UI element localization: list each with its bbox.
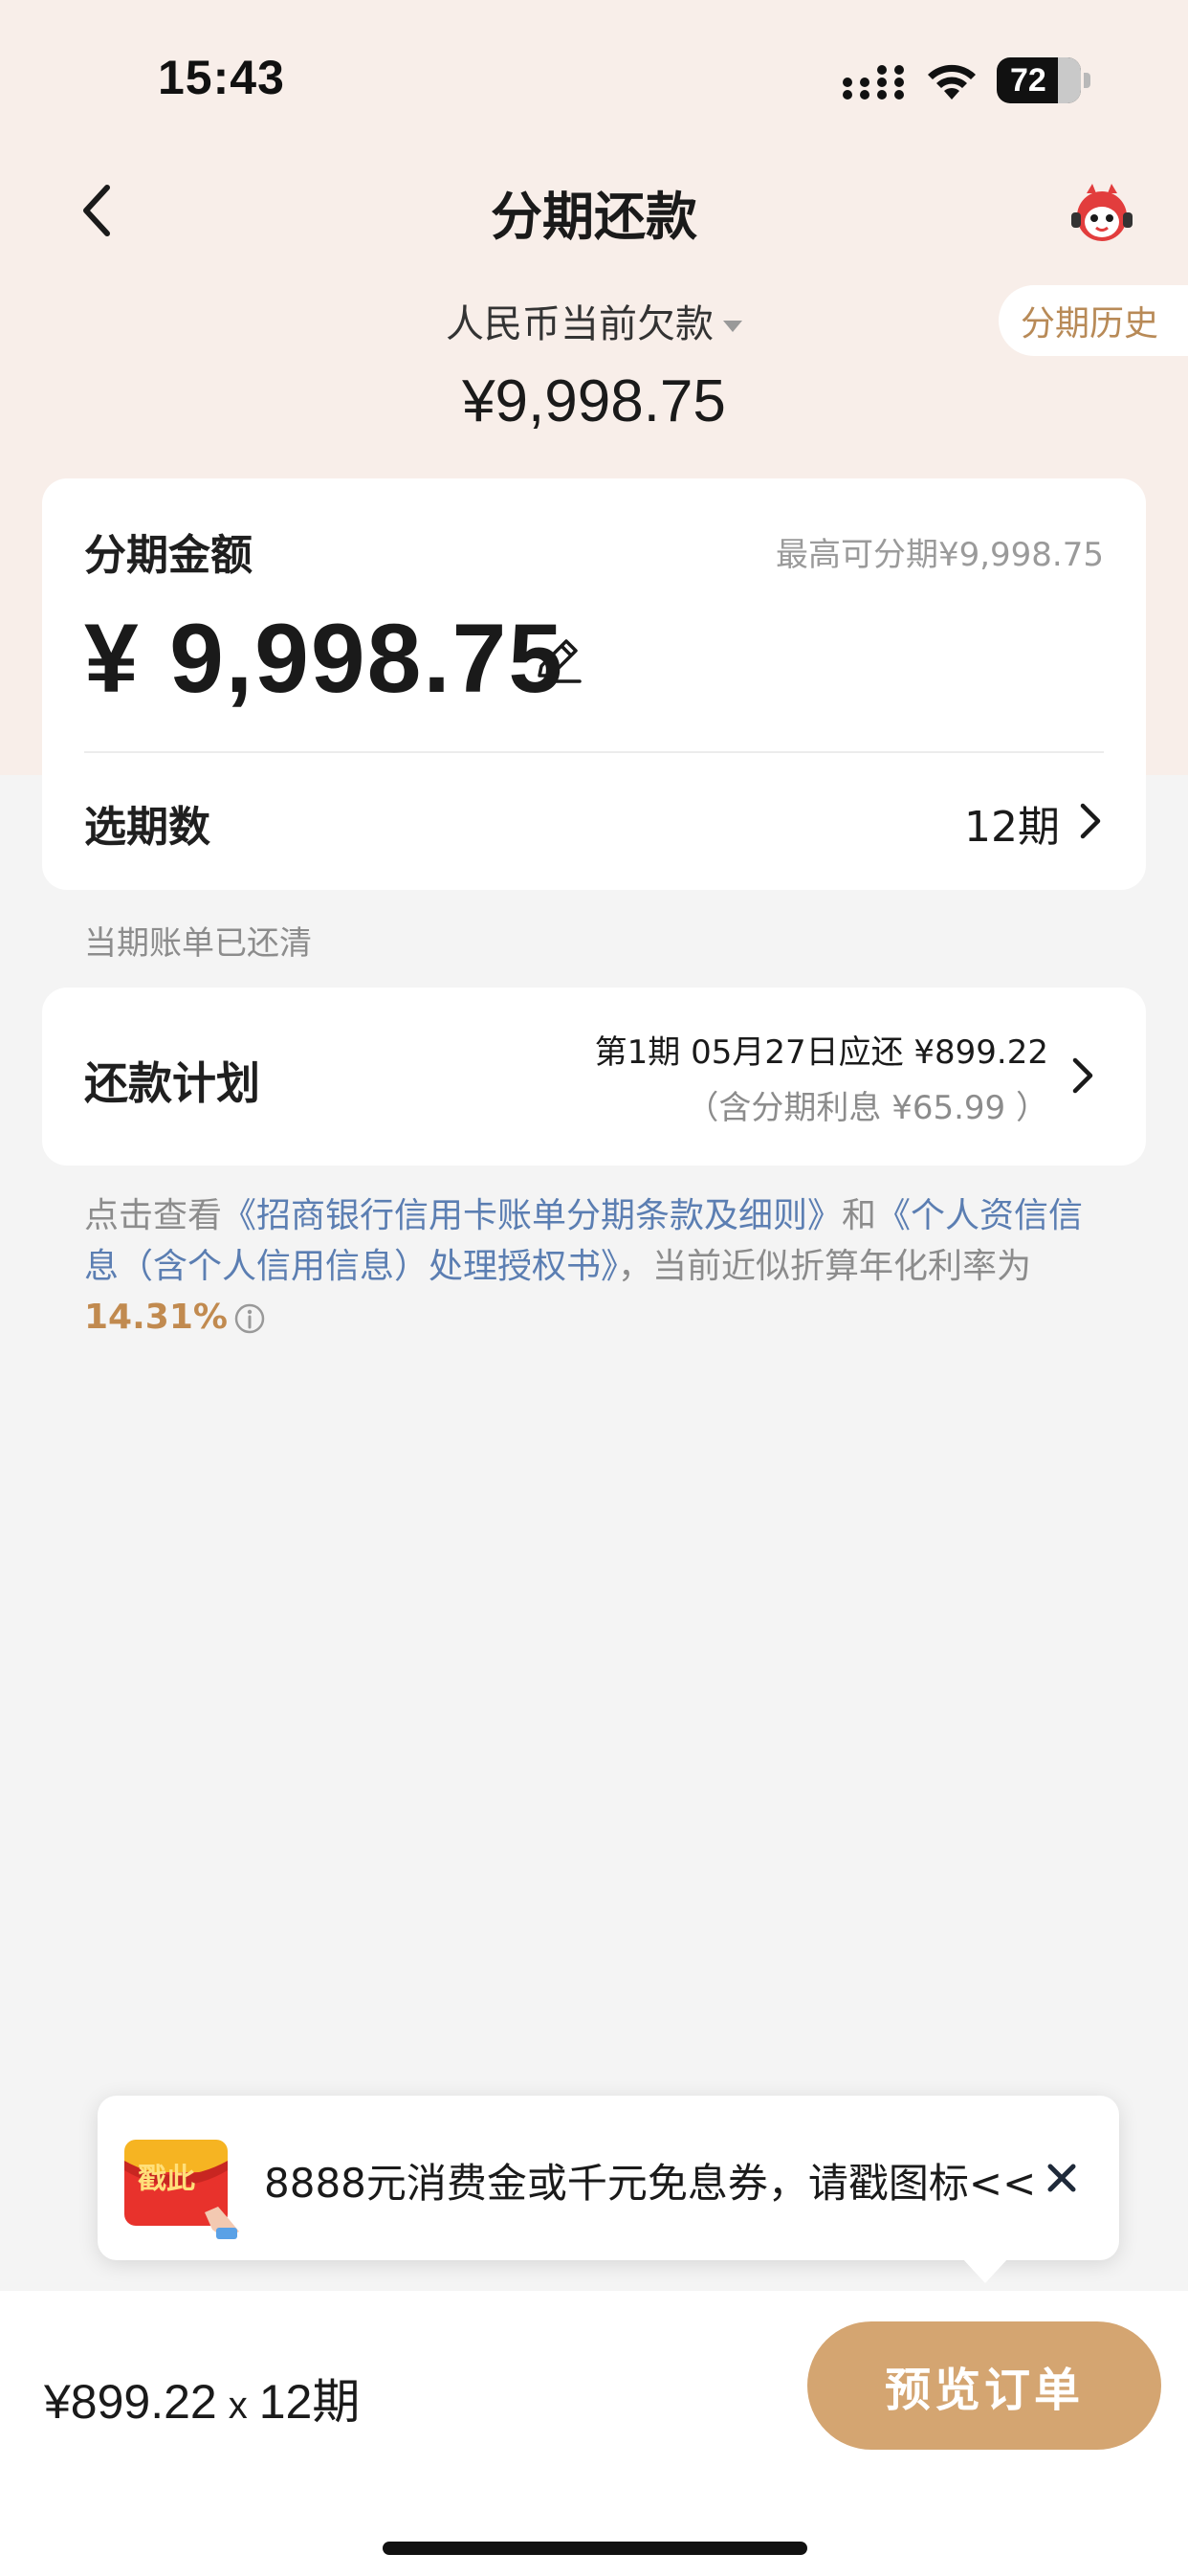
annual-rate-value: 14.31%	[84, 1298, 228, 1337]
caret-down-icon	[723, 321, 742, 332]
debt-label: 人民币当前欠款	[446, 302, 714, 346]
period-select-label[interactable]: 选期数	[84, 792, 210, 854]
installment-amount-value[interactable]: ¥ 9,998.75	[84, 603, 564, 715]
wifi-icon	[928, 64, 976, 100]
first-period-due: 第1期 05月27日应还 ¥899.22	[594, 1033, 1048, 1072]
preview-order-button[interactable]: 预览订单	[807, 2321, 1161, 2450]
bottom-bar: ¥899.22 x 12期 预览订单	[0, 2291, 1188, 2576]
chevron-right-icon[interactable]	[1069, 1055, 1096, 1097]
max-installment-text: 最高可分期¥9,998.75	[775, 536, 1104, 574]
mascot-service-icon[interactable]	[1067, 180, 1136, 245]
times-sign: x	[228, 2385, 248, 2427]
installment-amount-label: 分期金额	[84, 531, 253, 580]
home-indicator	[383, 2542, 807, 2555]
edit-pencil-icon[interactable]	[530, 632, 585, 687]
repayment-plan-label: 还款计划	[84, 1057, 260, 1109]
repayment-plan-card[interactable]: 还款计划 第1期 05月27日应还 ¥899.22 （含分期利息 ¥65.99 …	[42, 988, 1146, 1166]
page-title: 分期还款	[491, 187, 697, 247]
per-period-price: ¥899.22 x 12期	[44, 2364, 360, 2432]
terms-prefix: 点击查看	[84, 1196, 223, 1235]
installment-terms-link[interactable]: 《招商银行信用卡账单分期条款及细则》	[222, 1196, 842, 1235]
cellular-signal-icon	[843, 65, 904, 100]
card-divider	[84, 751, 1104, 753]
chevron-right-icon[interactable]	[1077, 800, 1104, 842]
promo-pointer	[962, 2258, 1008, 2283]
bill-status-note: 当期账单已还清	[84, 924, 312, 963]
current-debt-amount: ¥9,998.75	[462, 368, 726, 434]
battery-level: 72	[1010, 61, 1046, 99]
period-count: 12期	[258, 2375, 361, 2429]
battery-icon: 72	[997, 57, 1090, 103]
first-period-interest: （含分期利息 ¥65.99 ）	[686, 1089, 1048, 1127]
period-select-value[interactable]: 12期	[964, 792, 1060, 854]
terms-middle: ，当前近似折算年化利率为	[618, 1247, 1032, 1286]
installment-history-button[interactable]: 分期历史	[999, 285, 1188, 356]
terms-and: 和	[842, 1196, 877, 1235]
promo-text: 8888元消费金或千元免息券，请戳图标<<	[264, 2160, 1037, 2207]
battery-empty-portion	[1058, 57, 1081, 103]
info-icon[interactable]	[233, 1302, 266, 1335]
promo-badge-text: 戳此	[138, 2163, 195, 2196]
close-icon[interactable]	[1043, 2159, 1081, 2197]
status-bar: 15:43 72	[0, 0, 1188, 144]
status-time: 15:43	[158, 51, 285, 104]
installment-amount-card: 分期金额 最高可分期¥9,998.75 ¥ 9,998.75 选期数 12期	[42, 478, 1146, 890]
monthly-amount: ¥899.22	[44, 2375, 217, 2429]
terms-paragraph: 点击查看《招商银行信用卡账单分期条款及细则》和《个人资信信息（含个人信用信息）处…	[84, 1190, 1108, 1343]
promo-banner[interactable]: 戳此 8888元消费金或千元免息券，请戳图标<<	[98, 2096, 1119, 2260]
